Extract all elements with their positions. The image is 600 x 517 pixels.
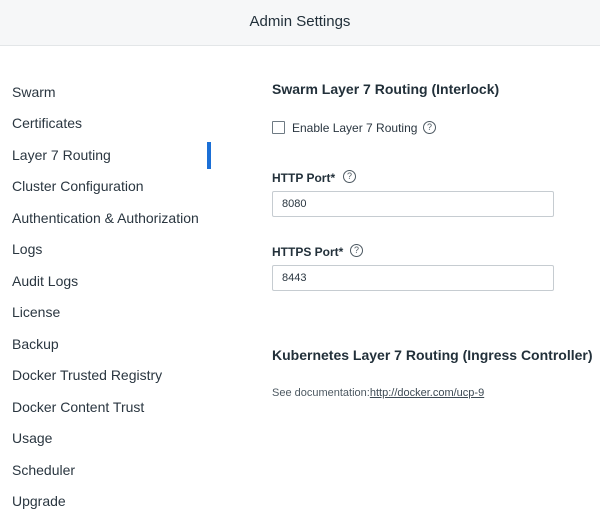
documentation-prefix: See documentation: [272,387,370,399]
page-title: Admin Settings [249,13,351,30]
http-port-input[interactable] [272,191,554,217]
sidebar-item-audit-logs[interactable]: Audit Logs [12,273,78,289]
sidebar-item-authentication-authorization[interactable]: Authentication & Authorization [12,210,199,226]
sidebar-item-scheduler[interactable]: Scheduler [12,462,75,478]
sidebar-item-certificates[interactable]: Certificates [12,115,82,131]
swarm-routing-title: Swarm Layer 7 Routing (Interlock) [272,81,500,97]
sidebar-item-upgrade[interactable]: Upgrade [12,493,66,509]
sidebar-item-cluster-configuration[interactable]: Cluster Configuration [12,178,144,194]
documentation-link[interactable]: http://docker.com/ucp-9 [370,387,484,399]
sidebar-item-license[interactable]: License [12,304,60,320]
https-port-input[interactable] [272,265,554,291]
kubernetes-routing-title: Kubernetes Layer 7 Routing (Ingress Cont… [272,347,593,363]
https-port-label: HTTPS Port* [272,245,344,259]
sidebar-item-layer-7-routing[interactable]: Layer 7 Routing [12,147,111,163]
help-circle-icon[interactable]: ? [423,121,436,134]
enable-layer7-checkbox[interactable] [272,121,285,134]
page-header: Admin Settings [0,0,600,46]
sidebar-item-backup[interactable]: Backup [12,336,59,352]
sidebar-item-docker-content-trust[interactable]: Docker Content Trust [12,399,144,415]
documentation-note: See documentation:http://docker.com/ucp-… [272,387,484,399]
sidebar-item-usage[interactable]: Usage [12,430,52,446]
sidebar-item-logs[interactable]: Logs [12,241,42,257]
sidebar-active-indicator [207,142,211,169]
sidebar-item-docker-trusted-registry[interactable]: Docker Trusted Registry [12,367,162,383]
enable-layer7-label[interactable]: Enable Layer 7 Routing [292,121,417,135]
help-circle-icon[interactable]: ? [343,170,356,183]
http-port-label: HTTP Port* [272,171,336,185]
sidebar-item-swarm[interactable]: Swarm [12,84,56,100]
help-circle-icon[interactable]: ? [350,244,363,257]
